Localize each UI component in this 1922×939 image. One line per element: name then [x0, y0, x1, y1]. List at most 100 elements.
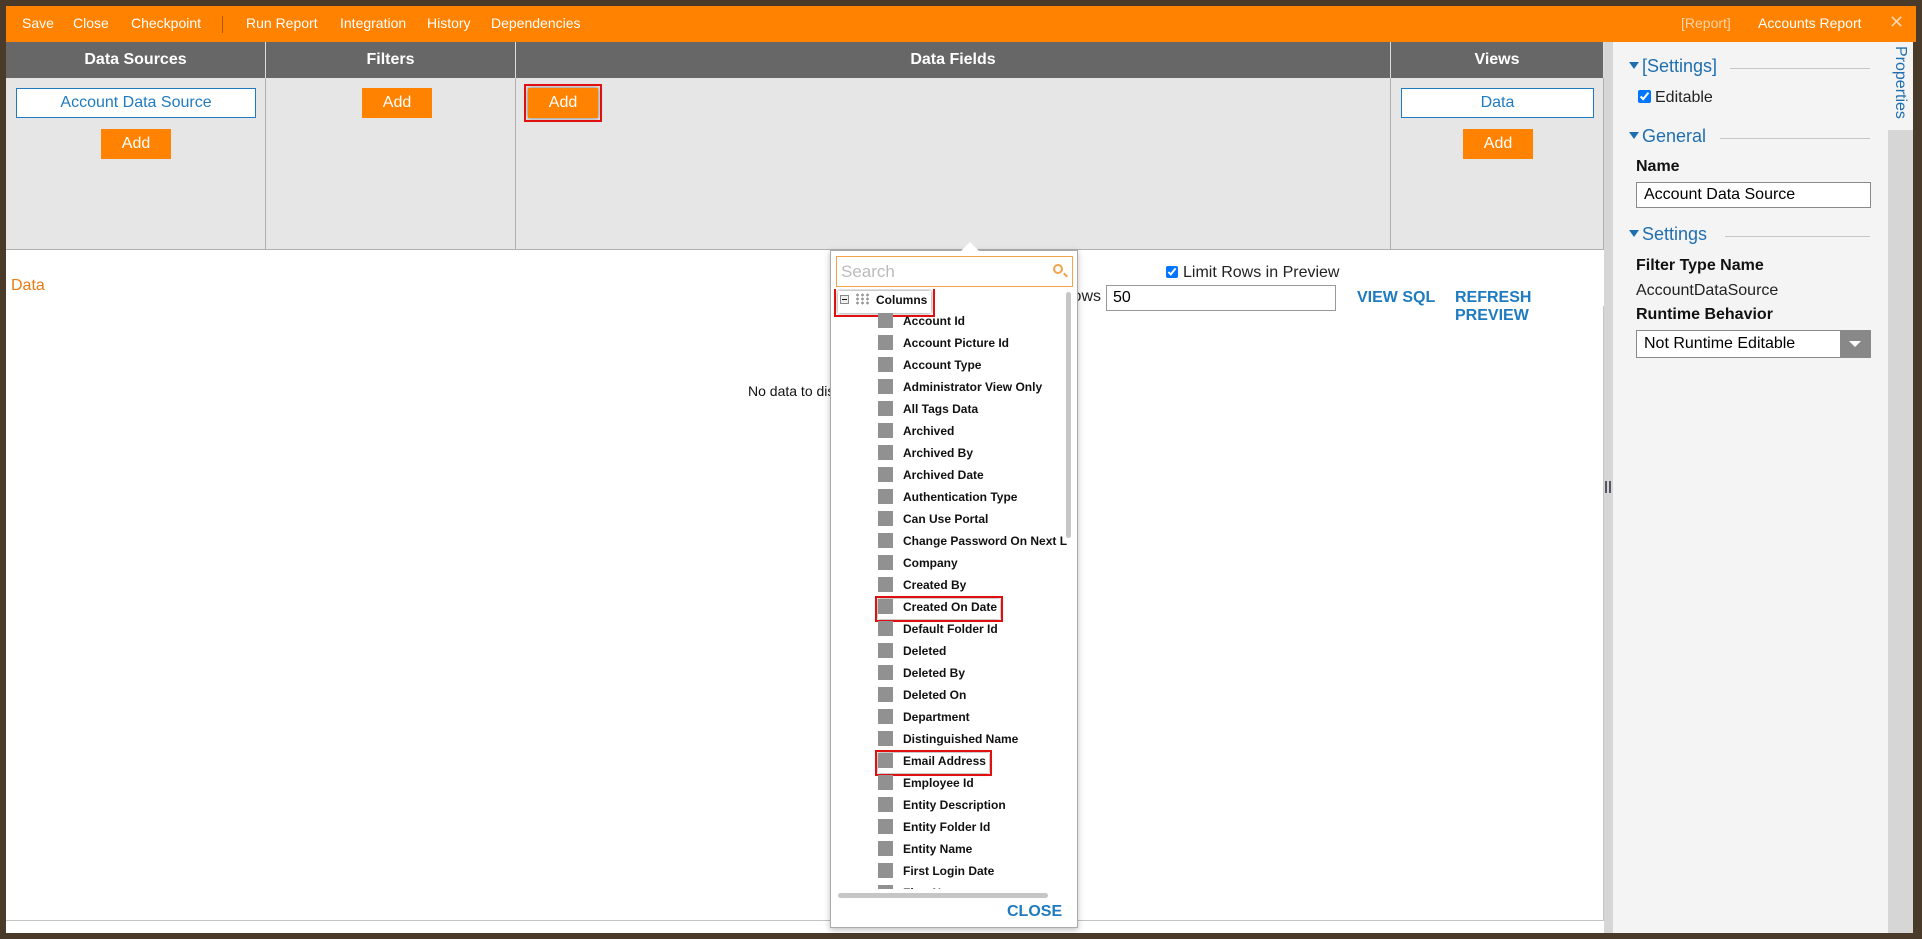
field-checkbox-icon[interactable]	[878, 775, 893, 790]
field-label: Created On Date	[903, 600, 998, 614]
integration-button[interactable]: Integration	[340, 15, 406, 31]
close-button[interactable]: Close	[73, 15, 109, 31]
columns-group-node[interactable]: Columns	[833, 289, 936, 317]
view-item[interactable]: Data	[1401, 88, 1594, 118]
field-list-item[interactable]: Department	[878, 709, 970, 729]
field-list-item[interactable]: First Name	[878, 885, 965, 889]
field-list-item[interactable]: Deleted	[878, 643, 946, 663]
field-list-item[interactable]: Authentication Type	[878, 489, 1017, 509]
section-title: General	[1642, 126, 1707, 146]
close-icon[interactable]: ✕	[1889, 12, 1904, 33]
field-list-item[interactable]: Archived By	[878, 445, 973, 465]
preview-tab-data[interactable]: Data	[11, 277, 45, 295]
field-label: Archived Date	[903, 468, 984, 482]
view-sql-link[interactable]: VIEW SQL	[1357, 289, 1435, 307]
field-checkbox-icon[interactable]	[878, 753, 893, 768]
add-filter-button[interactable]: Add	[362, 88, 432, 118]
field-checkbox-icon[interactable]	[878, 313, 893, 328]
limit-rows-checkbox[interactable]: Limit Rows in Preview	[1166, 264, 1339, 282]
field-checkbox-icon[interactable]	[878, 423, 893, 438]
field-list-item[interactable]: Entity Folder Id	[878, 819, 990, 839]
editable-check[interactable]	[1638, 90, 1651, 103]
popup-caret	[961, 242, 979, 251]
field-checkbox-icon[interactable]	[878, 687, 893, 702]
chevron-down-icon[interactable]	[1840, 331, 1870, 357]
section-general[interactable]: General	[1629, 126, 1706, 147]
properties-tab[interactable]: Properties	[1888, 42, 1913, 130]
data-source-item[interactable]: Account Data Source	[16, 88, 256, 118]
field-list-item[interactable]: Created By	[878, 577, 966, 597]
field-list-item[interactable]: Deleted On	[878, 687, 966, 707]
field-list-item[interactable]: Deleted By	[878, 665, 965, 685]
field-list-item[interactable]: Archived Date	[878, 467, 984, 487]
field-list-item[interactable]: Change Password On Next Login	[878, 533, 1067, 553]
field-list-item[interactable]: All Tags Data	[878, 401, 978, 421]
section-settings[interactable]: Settings	[1629, 224, 1707, 245]
field-list-item[interactable]: Administrator View Only	[878, 379, 1042, 399]
field-label: Archived By	[903, 446, 974, 460]
runtime-behavior-select[interactable]: Not Runtime Editable	[1636, 330, 1871, 358]
field-list-item[interactable]: Account Picture Id	[878, 335, 1009, 355]
field-checkbox-icon[interactable]	[878, 885, 893, 889]
splitter-grip-icon[interactable]	[1605, 481, 1611, 493]
horizontal-scrollbar[interactable]	[838, 893, 1048, 898]
field-checkbox-icon[interactable]	[878, 709, 893, 724]
checkpoint-button[interactable]: Checkpoint	[131, 15, 201, 31]
field-checkbox-icon[interactable]	[878, 401, 893, 416]
field-list-item[interactable]: Email Address	[875, 750, 992, 776]
field-list-item[interactable]: Entity Name	[878, 841, 972, 861]
add-view-button[interactable]: Add	[1463, 129, 1533, 159]
close-picker-button[interactable]: CLOSE	[1007, 903, 1062, 921]
add-data-field-button[interactable]: Add	[524, 84, 602, 122]
field-list-item[interactable]: Archived	[878, 423, 954, 443]
field-checkbox-icon[interactable]	[878, 445, 893, 460]
dependencies-button[interactable]: Dependencies	[491, 15, 581, 31]
field-checkbox-icon[interactable]	[878, 467, 893, 482]
field-search-input[interactable]	[837, 257, 1037, 286]
add-data-source-button[interactable]: Add	[101, 129, 171, 159]
rows-in-preview-input[interactable]	[1106, 285, 1336, 311]
field-checkbox-icon[interactable]	[878, 335, 893, 350]
field-checkbox-icon[interactable]	[878, 489, 893, 504]
field-list-item[interactable]: First Login Date	[878, 863, 994, 883]
field-checkbox-icon[interactable]	[878, 555, 893, 570]
field-checkbox-icon[interactable]	[878, 643, 893, 658]
field-checkbox-icon[interactable]	[878, 357, 893, 372]
field-checkbox-icon[interactable]	[878, 511, 893, 526]
field-checkbox-icon[interactable]	[878, 797, 893, 812]
save-button[interactable]: Save	[22, 15, 54, 31]
field-list-item[interactable]: Account Id	[878, 313, 965, 333]
field-search[interactable]	[836, 256, 1073, 287]
field-checkbox-icon[interactable]	[878, 577, 893, 592]
field-checkbox-icon[interactable]	[878, 621, 893, 636]
columns-group-label: Columns	[876, 293, 928, 307]
field-label: Can Use Portal	[903, 512, 989, 526]
field-checkbox-icon[interactable]	[878, 819, 893, 834]
field-list-item[interactable]: Account Type	[878, 357, 981, 377]
field-list-item[interactable]: Default Folder Id	[878, 621, 998, 641]
field-list-item[interactable]: Distinguished Name	[878, 731, 1018, 751]
field-list-item[interactable]: Entity Description	[878, 797, 1006, 817]
field-checkbox-icon[interactable]	[878, 841, 893, 856]
history-button[interactable]: History	[427, 15, 471, 31]
field-checkbox-icon[interactable]	[878, 599, 893, 614]
field-list-item[interactable]: Created On Date	[874, 596, 1004, 622]
field-list-item[interactable]: Employee Id	[878, 775, 974, 795]
field-list-item[interactable]: Company	[878, 555, 958, 575]
name-input[interactable]	[1636, 182, 1871, 208]
editable-checkbox[interactable]: Editable	[1638, 89, 1713, 107]
field-list-item[interactable]: Can Use Portal	[878, 511, 988, 531]
section-settings-bracket[interactable]: [Settings]	[1629, 56, 1717, 77]
run-report-button[interactable]: Run Report	[246, 15, 318, 31]
refresh-preview-link[interactable]: REFRESH PREVIEW	[1455, 289, 1604, 325]
field-checkbox-icon[interactable]	[878, 731, 893, 746]
field-checkbox-icon[interactable]	[878, 379, 893, 394]
field-checkbox-icon[interactable]	[878, 533, 893, 548]
limit-rows-check[interactable]	[1166, 266, 1178, 278]
field-checkbox-icon[interactable]	[878, 863, 893, 878]
field-checkbox-icon[interactable]	[878, 665, 893, 680]
vertical-scrollbar[interactable]	[1066, 292, 1071, 538]
collapse-icon[interactable]	[840, 295, 849, 304]
panel-splitter[interactable]	[1604, 42, 1613, 933]
search-icon[interactable]	[1053, 264, 1063, 274]
